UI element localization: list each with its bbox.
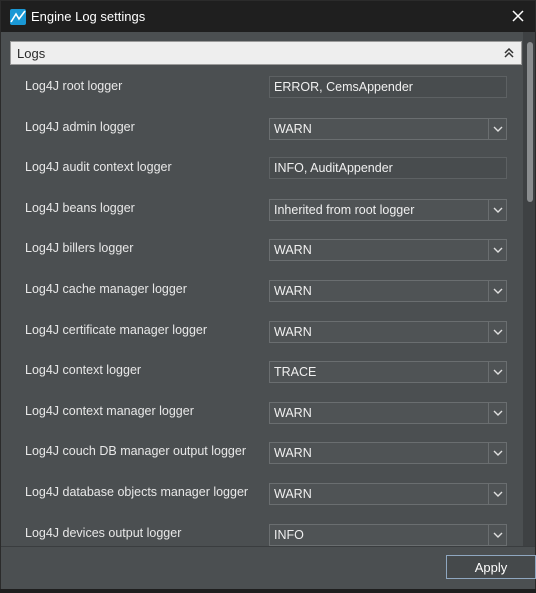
field-value: WARN — [274, 325, 312, 339]
logger-label: Log4J audit context logger — [25, 160, 172, 174]
logger-label: Log4J cache manager logger — [25, 282, 187, 296]
chevron-down-icon — [493, 410, 502, 416]
dropdown-button[interactable] — [488, 322, 506, 342]
window-title: Engine Log settings — [31, 9, 146, 24]
chevron-down-icon — [493, 288, 502, 294]
field-value: TRACE — [274, 365, 317, 379]
logger-level-dropdown[interactable]: WARN — [269, 321, 507, 343]
dropdown-button[interactable] — [488, 240, 506, 260]
logger-level-dropdown[interactable]: Inherited from root logger — [269, 199, 507, 221]
field-value: WARN — [274, 284, 312, 298]
logger-label: Log4J admin logger — [25, 120, 135, 134]
dropdown-button[interactable] — [488, 362, 506, 382]
logger-label: Log4J billers logger — [25, 241, 134, 255]
app-logo-icon — [10, 8, 26, 25]
logger-level-dropdown[interactable]: WARN — [269, 118, 507, 140]
chevron-down-icon — [493, 369, 502, 375]
dropdown-button[interactable] — [488, 525, 506, 545]
logger-label: Log4J root logger — [25, 79, 123, 93]
chevron-down-icon — [493, 329, 502, 335]
dialog-footer: Apply — [1, 546, 536, 592]
logger-level-dropdown[interactable]: INFO — [269, 524, 507, 546]
field-value: ERROR, CemsAppender — [274, 80, 413, 94]
logger-label: Log4J database objects manager logger — [25, 485, 249, 499]
field-value: WARN — [274, 446, 312, 460]
chevron-down-icon — [493, 491, 502, 497]
chevron-down-icon — [493, 126, 502, 132]
logger-level-dropdown[interactable]: TRACE — [269, 361, 507, 383]
chevron-down-icon — [493, 207, 502, 213]
apply-button[interactable]: Apply — [446, 555, 536, 579]
field-value: WARN — [274, 122, 312, 136]
dropdown-button[interactable] — [488, 484, 506, 504]
logger-label: Log4J context logger — [25, 363, 142, 377]
dropdown-button[interactable] — [488, 281, 506, 301]
title-bar[interactable]: Engine Log settings — [1, 1, 535, 32]
dropdown-button[interactable] — [488, 200, 506, 220]
logger-settings-list: Log4J root logger ERROR, CemsAppender Log4… — [1, 32, 521, 546]
window-bottom-edge — [0, 589, 536, 593]
scrollbar-thumb[interactable] — [527, 42, 533, 202]
close-icon — [512, 10, 524, 22]
logger-level-dropdown[interactable]: WARN — [269, 442, 507, 464]
logger-label: Log4J beans logger — [25, 201, 135, 215]
logger-level-dropdown[interactable]: WARN — [269, 280, 507, 302]
field-value: INFO — [274, 528, 304, 542]
close-button[interactable] — [509, 7, 527, 25]
field-value: WARN — [274, 406, 312, 420]
logger-label: Log4J certificate manager logger — [25, 323, 208, 337]
chevron-down-icon — [493, 450, 502, 456]
logger-label: Log4J devices output logger — [25, 526, 182, 540]
dropdown-button[interactable] — [488, 119, 506, 139]
logger-label: Log4J context manager logger — [25, 404, 194, 418]
engine-log-settings-window: Engine Log settings Logs Log4J root logg… — [0, 0, 536, 593]
settings-panel: Logs Log4J root logger ERROR, CemsAppende… — [1, 32, 535, 546]
field-value: WARN — [274, 487, 312, 501]
field-value: WARN — [274, 243, 312, 257]
logger-value-field[interactable]: INFO, AuditAppender — [269, 157, 507, 179]
field-value: INFO, AuditAppender — [274, 161, 393, 175]
logger-level-dropdown[interactable]: WARN — [269, 239, 507, 261]
chevron-down-icon — [493, 247, 502, 253]
logger-level-dropdown[interactable]: WARN — [269, 402, 507, 424]
logger-level-dropdown[interactable]: WARN — [269, 483, 507, 505]
dropdown-button[interactable] — [488, 403, 506, 423]
chevron-down-icon — [493, 532, 502, 538]
logger-label: Log4J couch DB manager output logger — [25, 444, 246, 458]
vertical-scrollbar[interactable] — [523, 32, 535, 546]
field-value: Inherited from root logger — [274, 203, 415, 217]
dropdown-button[interactable] — [488, 443, 506, 463]
logger-value-field[interactable]: ERROR, CemsAppender — [269, 76, 507, 98]
